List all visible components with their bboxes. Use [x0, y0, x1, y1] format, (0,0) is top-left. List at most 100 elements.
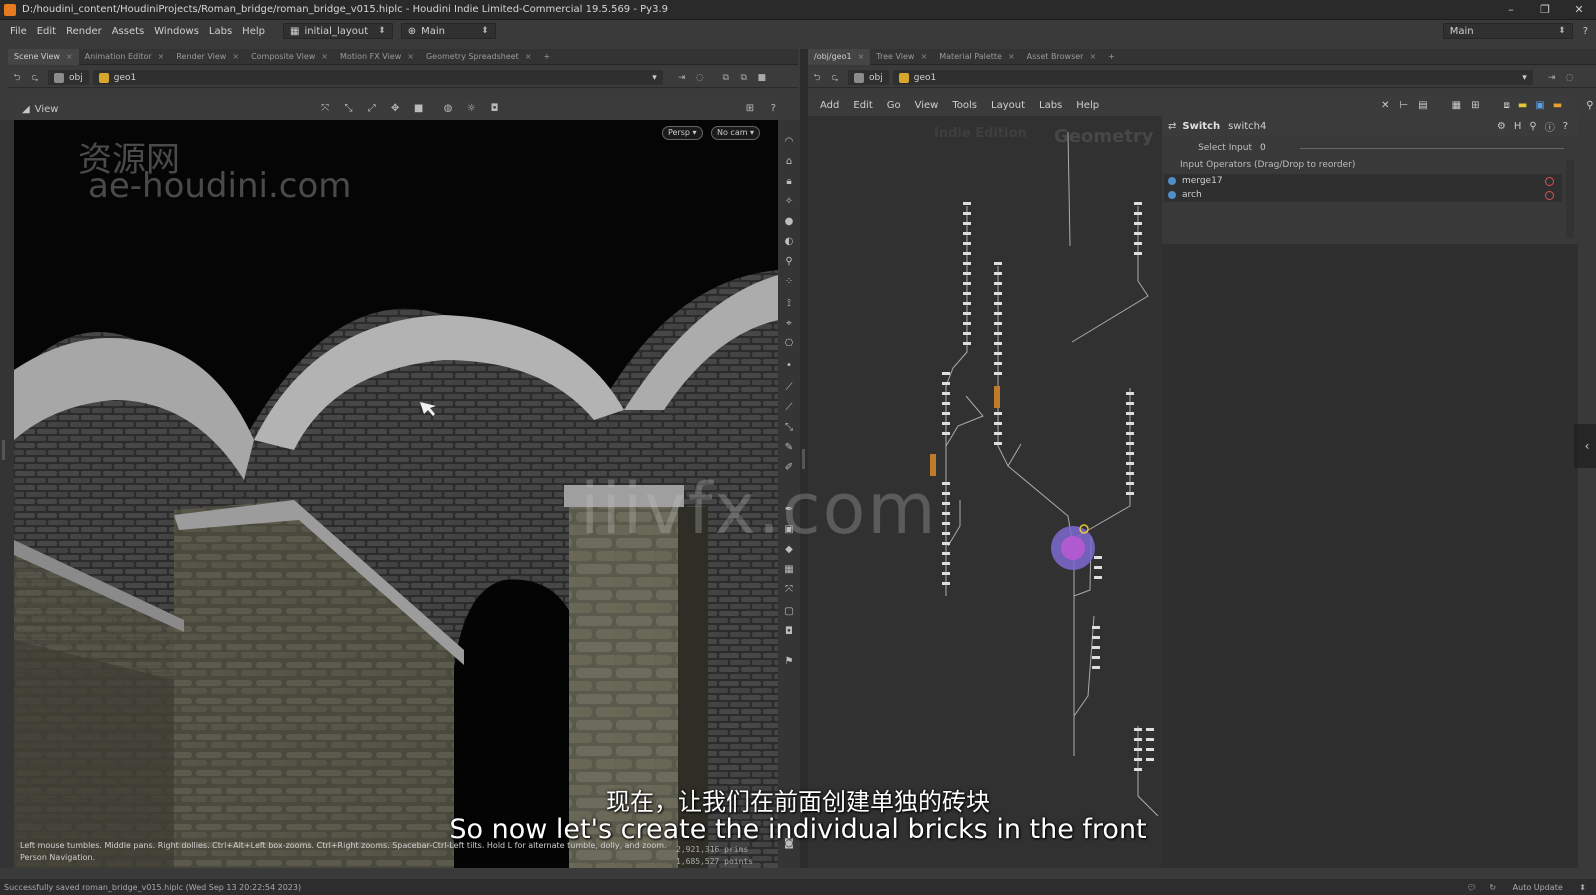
lock-icon[interactable]: 🔒︎ — [783, 176, 795, 188]
close-icon[interactable]: × — [158, 52, 165, 61]
net-menu-edit[interactable]: Edit — [853, 100, 872, 111]
chevron-down-icon[interactable]: ▾ — [652, 73, 657, 83]
close-icon[interactable]: × — [1089, 52, 1096, 61]
view-menu-icon[interactable]: ◢ — [22, 104, 30, 115]
pin-icon[interactable]: ⇥ — [1543, 73, 1561, 83]
camera-icon[interactable]: ◘ — [490, 103, 499, 115]
tab-asset-browser[interactable]: Asset Browser × — [1021, 49, 1103, 65]
wire-icon[interactable]: ⎔ — [783, 338, 795, 350]
list-scrollbar[interactable] — [1566, 160, 1574, 238]
link-icon[interactable]: ◌ — [1561, 73, 1579, 83]
houdini-help-icon[interactable]: H — [1514, 121, 1522, 132]
net-menu-help[interactable]: Help — [1076, 100, 1099, 111]
knife-icon[interactable]: ⟋ — [783, 402, 795, 414]
chat-icon[interactable]: 💬︎ — [1467, 883, 1477, 892]
menu-labs[interactable]: Labs — [209, 26, 232, 37]
uv-icon[interactable]: ⌖ — [783, 318, 795, 330]
tab-animation-editor[interactable]: Animation Editor × — [79, 49, 171, 65]
box-color-icon[interactable]: ▬ — [1553, 100, 1562, 111]
breadcrumb-geo1[interactable]: geo1 ▾ — [92, 70, 663, 85]
tab-motion-fx-view[interactable]: Motion FX View × — [334, 49, 420, 65]
tab-composite-view[interactable]: Composite View × — [245, 49, 334, 65]
list-icon[interactable]: ▤ — [1418, 100, 1427, 111]
back-icon[interactable]: ⮌ — [808, 70, 826, 86]
desktop-selector[interactable]: ⊕ Main ⬍ — [400, 23, 496, 39]
close-icon[interactable]: ✕ — [1562, 3, 1596, 16]
auto-update-label[interactable]: Auto Update — [1513, 883, 1563, 892]
breadcrumb-obj[interactable]: obj — [848, 70, 889, 85]
help-icon[interactable]: ? — [1583, 26, 1588, 37]
snap-curve-icon[interactable]: ⤢ — [367, 103, 376, 115]
flipbook-icon[interactable]: ☼ — [467, 103, 476, 115]
copy-icon[interactable]: ⧉ — [717, 73, 735, 83]
pane-splitter[interactable] — [800, 49, 808, 868]
edge-icon[interactable]: ⟋ — [783, 382, 795, 394]
menu-windows[interactable]: Windows — [154, 26, 199, 37]
net-menu-add[interactable]: Add — [820, 100, 839, 111]
point-icon[interactable]: ⁘ — [783, 276, 795, 288]
light-icon[interactable]: ◐ — [783, 236, 795, 248]
tab-geometry-spreadsheet[interactable]: Geometry Spreadsheet × — [420, 49, 538, 65]
node-name-field[interactable]: switch4 — [1228, 121, 1266, 132]
close-icon[interactable]: × — [321, 52, 328, 61]
maximize-icon[interactable]: ■ — [753, 73, 771, 83]
snap-icon[interactable]: ⤧ — [320, 103, 329, 115]
layout-selector[interactable]: ▦ initial_layout ⬍ — [282, 23, 393, 39]
chevron-left-icon[interactable]: ‹ — [1578, 424, 1596, 468]
menu-assets[interactable]: Assets — [112, 26, 145, 37]
render-icon[interactable]: ◍ — [443, 103, 453, 115]
search-icon[interactable]: ⚲ — [1529, 121, 1536, 132]
close-icon[interactable]: × — [407, 52, 414, 61]
add-tab-icon[interactable]: + — [1102, 49, 1121, 65]
close-icon[interactable]: × — [858, 52, 865, 61]
add-tab-icon[interactable]: + — [538, 49, 557, 65]
snap-grid-icon[interactable]: ⤡ — [344, 103, 353, 115]
tree-icon[interactable]: ⊢ — [1399, 100, 1408, 111]
net-menu-labs[interactable]: Labs — [1039, 100, 1062, 111]
close-icon[interactable]: × — [525, 52, 532, 61]
tab-network-editor[interactable]: /obj/geo1 × — [808, 48, 871, 65]
close-icon[interactable]: × — [920, 52, 927, 61]
tab-render-view[interactable]: Render View × — [170, 49, 245, 65]
network-icon[interactable]: ⧈ — [1503, 100, 1509, 111]
display-icon[interactable]: ▢ — [783, 606, 795, 618]
wrench-icon[interactable]: ✕ — [1381, 100, 1389, 111]
select-input-field[interactable]: 0 — [1260, 143, 1300, 153]
switch-node-core[interactable] — [1061, 536, 1085, 560]
camera-button[interactable]: No cam ▾ — [711, 126, 761, 140]
pin-icon[interactable]: ⇥ — [673, 73, 691, 83]
splitter-grip[interactable] — [802, 449, 805, 469]
menu-render[interactable]: Render — [66, 26, 102, 37]
breadcrumb-geo1[interactable]: geo1 ▾ — [892, 70, 1533, 85]
layers-icon[interactable]: ⧉ — [735, 73, 753, 83]
note-icon[interactable]: ▬ — [1518, 100, 1527, 111]
help-icon[interactable]: ? — [769, 103, 778, 115]
refresh-icon[interactable]: ↻ — [1489, 883, 1496, 892]
stop-icon[interactable]: ■ — [414, 103, 423, 115]
close-icon[interactable]: × — [232, 52, 239, 61]
link-icon[interactable]: ◌ — [691, 73, 709, 83]
input-operator-item[interactable]: merge17 — [1164, 174, 1562, 188]
pin-icon[interactable]: ⚲ — [783, 256, 795, 268]
input-operator-item[interactable]: arch — [1164, 188, 1562, 202]
view-label[interactable]: View — [35, 104, 59, 115]
updown-icon[interactable]: ⬍ — [1579, 883, 1586, 892]
net-menu-go[interactable]: Go — [887, 100, 901, 111]
close-icon[interactable]: × — [1008, 52, 1015, 61]
remove-input-icon[interactable] — [1545, 176, 1554, 186]
orange-node[interactable] — [994, 386, 1000, 408]
table-icon[interactable]: ⊞ — [1471, 100, 1479, 111]
palette-icon[interactable]: ▣ — [1535, 100, 1544, 111]
remove-input-icon[interactable] — [1545, 190, 1554, 200]
gear-icon[interactable]: ⚙ — [1497, 121, 1506, 132]
scale-icon[interactable]: ⤡ — [783, 422, 795, 434]
net-menu-view[interactable]: View — [915, 100, 939, 111]
net-menu-tools[interactable]: Tools — [952, 100, 977, 111]
right-desktop-selector[interactable]: Main ⬍ — [1442, 23, 1573, 39]
select-input-slider[interactable] — [1300, 147, 1564, 149]
grid-icon[interactable]: ▦ — [783, 564, 795, 576]
menu-help[interactable]: Help — [242, 26, 265, 37]
tab-scene-view[interactable]: Scene View × — [8, 48, 79, 65]
breadcrumb-obj[interactable]: obj — [48, 70, 89, 85]
net-menu-layout[interactable]: Layout — [991, 100, 1025, 111]
